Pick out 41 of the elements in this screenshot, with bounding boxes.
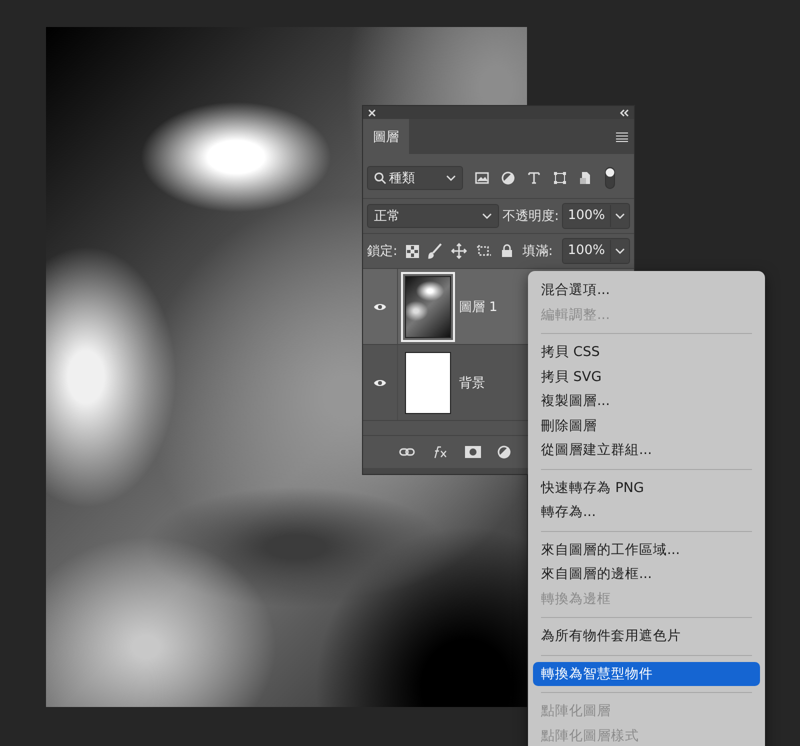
menu-item[interactable]: 轉換為智慧型物件 <box>533 662 760 686</box>
fill-field[interactable]: 100% <box>562 238 630 264</box>
mask-icon[interactable] <box>465 446 481 458</box>
close-icon[interactable] <box>368 108 376 116</box>
opacity-label: 不透明度: <box>502 208 559 225</box>
eye-icon[interactable] <box>373 302 387 312</box>
image-icon[interactable] <box>475 172 489 184</box>
layer-name: 圖層 1 <box>459 298 498 316</box>
panel-tab[interactable]: 圖層 <box>363 119 409 154</box>
filter-dropdown[interactable]: 種類 <box>367 166 463 190</box>
document-icon[interactable] <box>579 171 593 185</box>
menu-item[interactable]: 轉存為... <box>533 500 760 524</box>
lock-label: 鎖定: <box>367 243 398 260</box>
menu-item[interactable]: 為所有物件套用遮色片 <box>533 624 760 648</box>
half-circle-icon[interactable] <box>501 171 515 185</box>
menu-item[interactable]: 來自圖層的邊框... <box>533 562 760 586</box>
move-icon[interactable] <box>451 243 468 259</box>
fill-label: 填滿: <box>522 243 553 260</box>
blend-mode-dropdown[interactable]: 正常 <box>367 204 500 228</box>
chevron-icon <box>615 213 625 219</box>
search-icon[interactable] <box>374 172 386 184</box>
menu-item[interactable]: 來自圖層的工作區域... <box>533 538 760 562</box>
link-icon[interactable] <box>399 447 415 457</box>
transform-icon[interactable] <box>553 171 567 185</box>
menu-icon[interactable] <box>616 132 628 142</box>
collapse-icon[interactable] <box>619 108 629 116</box>
menu-item[interactable]: 快速轉存為 PNG <box>533 476 760 500</box>
checkerboard-icon[interactable] <box>406 244 420 258</box>
eye-icon[interactable] <box>373 378 387 388</box>
chevron-icon <box>614 248 625 254</box>
toggle-switch[interactable] <box>605 167 615 189</box>
menu-item[interactable]: 從圖層建立群組... <box>533 438 760 462</box>
chevron-icon <box>446 175 456 181</box>
brush-icon[interactable] <box>428 243 442 259</box>
layer-name: 背景 <box>459 374 485 392</box>
chevron-icon <box>482 213 492 219</box>
type-icon[interactable] <box>527 171 541 185</box>
opacity-field[interactable]: 100% <box>562 203 630 229</box>
adjustment-icon[interactable] <box>497 445 511 459</box>
lock-icon[interactable] <box>501 244 514 258</box>
crop-frame-icon[interactable] <box>476 244 492 258</box>
